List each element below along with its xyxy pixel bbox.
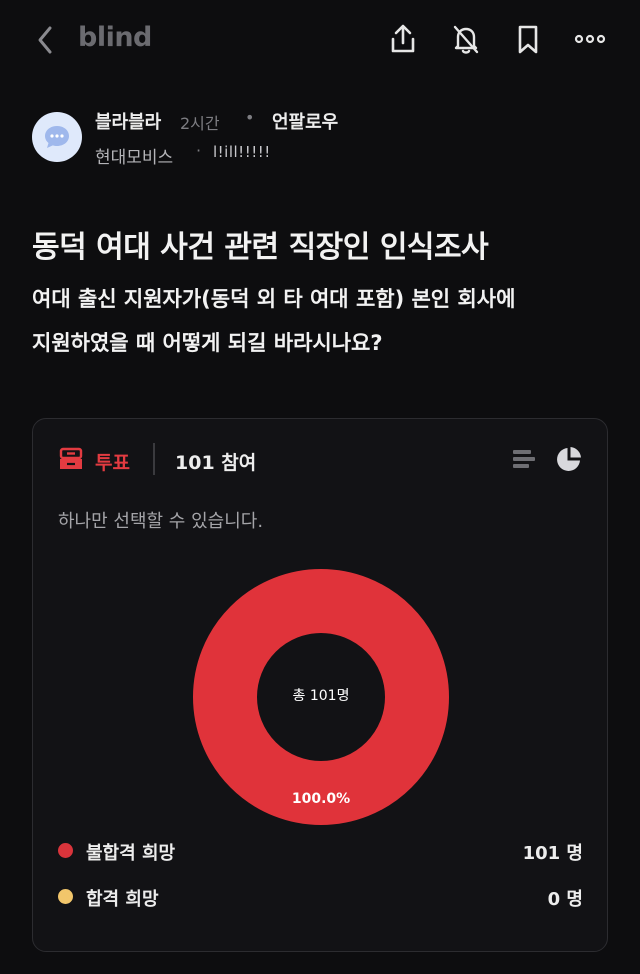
ballot-box-icon xyxy=(58,446,84,476)
avatar[interactable] xyxy=(32,112,82,162)
pie-view-toggle[interactable] xyxy=(555,445,583,477)
slice-percent-label: 100.0% xyxy=(291,791,351,807)
poll-option[interactable]: 불합격 희망 101 명 xyxy=(58,837,583,865)
notification-toggle-button[interactable] xyxy=(449,22,483,56)
unfollow-button[interactable]: 언팔로우 xyxy=(272,108,338,134)
option-count: 0 명 xyxy=(547,889,583,910)
separator-dot: • xyxy=(245,108,255,127)
author-name[interactable]: 블라블라 xyxy=(95,108,161,134)
post-body-line-2: 지원하였을 때 어떻게 되길 바라시나요? xyxy=(32,331,383,355)
chat-bubble-icon xyxy=(45,126,69,148)
author-nickname: l!ill!!!!! xyxy=(213,143,271,161)
post-title: 동덕 여대 사건 관련 직장인 인식조사 xyxy=(32,230,489,265)
post-body-line-1: 여대 출신 지원자가(동덕 외 타 여대 포함) 본인 회사에 xyxy=(32,287,516,311)
donut-chart: 총 101명 100.0% xyxy=(191,567,451,827)
bookmark-icon xyxy=(518,25,538,54)
poll-instruction: 하나만 선택할 수 있습니다. xyxy=(58,511,264,532)
separator-dot-2: · xyxy=(196,141,202,160)
brand-logo: blind xyxy=(78,22,152,53)
list-view-toggle[interactable] xyxy=(511,446,537,476)
poll-label: 투표 xyxy=(95,452,130,474)
pie-chart-icon xyxy=(557,447,581,471)
option-label: 불합격 희망 xyxy=(86,843,176,864)
participant-count: 101 참여 xyxy=(175,452,257,474)
share-icon xyxy=(391,24,415,53)
bell-off-icon xyxy=(453,25,479,54)
more-button[interactable] xyxy=(573,22,607,56)
bar-list-icon xyxy=(513,450,535,468)
more-horizontal-icon xyxy=(574,34,606,44)
poll-option[interactable]: 합격 희망 0 명 xyxy=(58,883,583,911)
poll-card: 투표 101 참여 하나만 선택할 수 있습니다. 총 101명 100.0% … xyxy=(32,418,608,952)
post-time: 2시간 xyxy=(180,114,220,133)
option-count: 101 명 xyxy=(522,843,583,864)
bookmark-button[interactable] xyxy=(511,22,545,56)
company-name[interactable]: 현대모비스 xyxy=(95,143,173,168)
back-button[interactable] xyxy=(30,22,62,58)
legend-dot xyxy=(58,889,73,904)
legend-dot xyxy=(58,843,73,858)
chevron-left-icon xyxy=(38,26,52,54)
option-label: 합격 희망 xyxy=(86,889,159,910)
top-bar: blind xyxy=(0,0,640,80)
divider xyxy=(153,443,155,475)
share-button[interactable] xyxy=(386,22,420,56)
chart-center-total: 총 101명 xyxy=(292,688,350,704)
